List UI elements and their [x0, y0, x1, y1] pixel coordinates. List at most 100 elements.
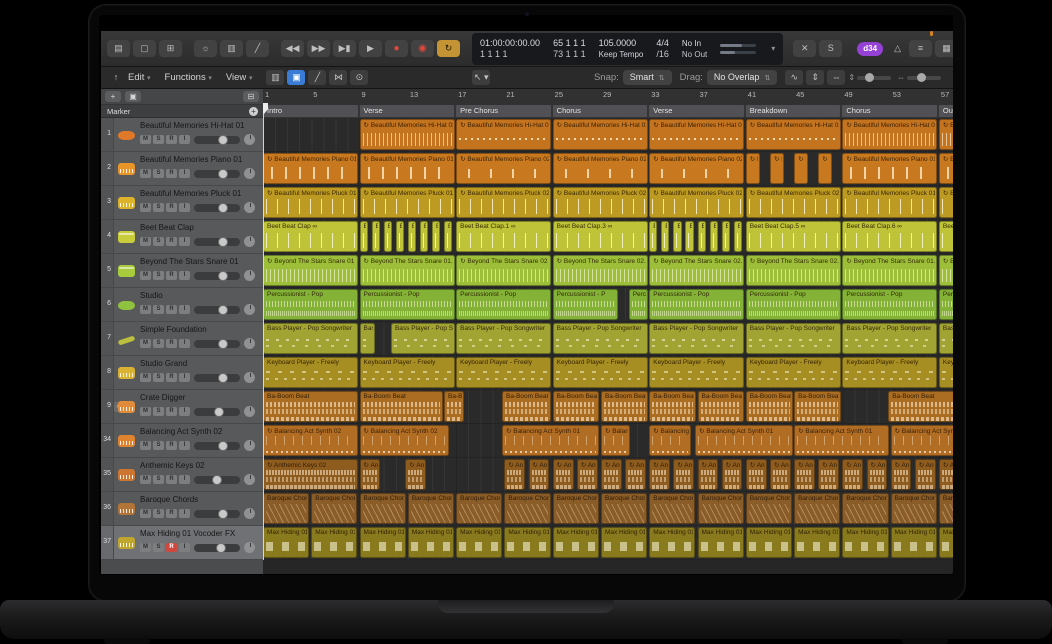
- volume-slider[interactable]: [194, 238, 240, 246]
- r-button[interactable]: R: [166, 475, 177, 484]
- region[interactable]: Ba-Boom Beat: [746, 391, 793, 422]
- arrangement-marker-verse[interactable]: Verse: [649, 105, 744, 117]
- region[interactable]: ↻ Beautiful Memories Piano: [939, 153, 953, 184]
- region[interactable]: Max Hiding 01 V: [939, 527, 953, 558]
- region[interactable]: ↻ Anthe: [504, 459, 525, 490]
- track-header-5[interactable]: 5Beyond The Stars Snare 01MSRI: [101, 254, 263, 288]
- m-button[interactable]: M: [140, 475, 151, 484]
- region[interactable]: ↻ Beyond The Stars Snare 02.1: [553, 255, 648, 286]
- region[interactable]: Baroque Chords: [649, 493, 695, 524]
- region[interactable]: ↻ Beautiful Memories Hi-Hat 0: [456, 119, 551, 150]
- smart-controls-button[interactable]: ☼: [194, 40, 217, 57]
- s-button[interactable]: S: [153, 407, 164, 416]
- region[interactable]: ↻ Beautiful Memories Hi-Hat 02.2: [649, 119, 744, 150]
- region[interactable]: ↻ Beyond The Stars Snare 01.2: [842, 255, 937, 286]
- automation-icon[interactable]: ╱: [308, 70, 326, 85]
- volume-knob[interactable]: [216, 543, 226, 553]
- pan-knob[interactable]: [244, 406, 255, 417]
- m-button[interactable]: M: [140, 407, 151, 416]
- region[interactable]: Bass Player - Pop Songwriter: [746, 323, 841, 354]
- region[interactable]: ↻ Beyond The Stars Snare 01.1: [360, 255, 455, 286]
- region[interactable]: ↻ Beyond The Stars Snare 02 ∞: [456, 255, 551, 286]
- volume-slider[interactable]: [194, 306, 240, 314]
- s-button[interactable]: S: [153, 135, 164, 144]
- menu-edit[interactable]: Edit ▾: [128, 72, 151, 83]
- region[interactable]: Beet Beat Clap ∞: [263, 221, 358, 252]
- region[interactable]: ↻ Anthe: [577, 459, 598, 490]
- region[interactable]: B: [698, 221, 706, 252]
- region[interactable]: B: [384, 221, 392, 252]
- s-button[interactable]: S: [153, 339, 164, 348]
- r-button[interactable]: R: [166, 203, 177, 212]
- region[interactable]: Percussionist - Pop: [746, 289, 841, 320]
- collaboration-badge[interactable]: d34: [857, 42, 883, 56]
- quick-help-button[interactable]: ▢: [133, 40, 156, 57]
- region[interactable]: Percussionist - Pop: [263, 289, 358, 320]
- volume-knob[interactable]: [218, 135, 228, 145]
- vertical-zoom-icon[interactable]: ⇕: [806, 70, 824, 85]
- forward-button[interactable]: ▶▶: [307, 40, 330, 57]
- region[interactable]: ↻ Anthe: [673, 459, 694, 490]
- region[interactable]: ↻ Balancing: [601, 425, 630, 456]
- region[interactable]: Baroque Chords: [553, 493, 599, 524]
- volume-slider[interactable]: [194, 476, 240, 484]
- region[interactable]: Bass Player - Pop Songwriter: [263, 323, 358, 354]
- region[interactable]: ↻ Anthe: [746, 459, 767, 490]
- region[interactable]: ↻ Balancing Act Synth 01: [794, 425, 889, 456]
- region[interactable]: ↻ Balancing Act Synth 01: [502, 425, 599, 456]
- region[interactable]: B: [649, 221, 657, 252]
- arrangement-marker-chorus[interactable]: Chorus: [553, 105, 648, 117]
- volume-knob[interactable]: [218, 441, 228, 451]
- region[interactable]: Max Hiding 01 V: [794, 527, 840, 558]
- track-header-6[interactable]: 6StudioMSRI: [101, 288, 263, 322]
- r-button[interactable]: R: [166, 271, 177, 280]
- region[interactable]: Max Hiding 01 V: [746, 527, 792, 558]
- menu-functions[interactable]: Functions ▾: [165, 72, 212, 83]
- volume-knob[interactable]: [218, 203, 228, 213]
- go-to-end-button[interactable]: ▶▮: [333, 40, 356, 57]
- m-button[interactable]: M: [140, 373, 151, 382]
- region[interactable]: Beet Beat Clap.6 ∞: [842, 221, 937, 252]
- region[interactable]: B: [722, 221, 730, 252]
- track-header-35[interactable]: 35Anthemic Keys 02MSRI: [101, 458, 263, 492]
- region[interactable]: Bass Player - Pop Songwriter: [649, 323, 744, 354]
- vertical-zoom-slider[interactable]: [857, 76, 891, 80]
- region[interactable]: ↻ Be: [770, 153, 784, 184]
- volume-slider[interactable]: [194, 170, 240, 178]
- arrangement-marker-breakdown[interactable]: Breakdown: [746, 105, 841, 117]
- i-button[interactable]: I: [179, 237, 190, 246]
- i-button[interactable]: I: [179, 203, 190, 212]
- track-sort-button[interactable]: ⊟: [243, 91, 259, 102]
- region[interactable]: ↻ Beautiful Memories Piano 01: [263, 153, 358, 184]
- region[interactable]: Max Hiding 01 V: [360, 527, 406, 558]
- mixer-button[interactable]: ▥: [220, 40, 243, 57]
- region[interactable]: ↻ Anthe: [939, 459, 953, 490]
- region[interactable]: Baroque Chords: [746, 493, 792, 524]
- i-button[interactable]: I: [179, 441, 190, 450]
- region[interactable]: ↻ Be: [746, 153, 760, 184]
- region[interactable]: Ba-Boom Beat: [698, 391, 745, 422]
- r-button[interactable]: R: [166, 407, 177, 416]
- region[interactable]: ↻ Beautiful Memories Pluck 02: [553, 187, 648, 218]
- region[interactable]: Beet Beat Clap.3 ∞: [553, 221, 648, 252]
- region[interactable]: Bass Player - Pop Songwriter: [456, 323, 551, 354]
- region[interactable]: Max Hiding 01 V: [504, 527, 550, 558]
- region[interactable]: Ba-Boo: [444, 391, 464, 422]
- pan-knob[interactable]: [244, 202, 255, 213]
- nudge-up-icon[interactable]: ↑: [107, 70, 125, 85]
- arrangement-marker-pre-chorus[interactable]: Pre Chorus: [456, 105, 551, 117]
- r-button[interactable]: R: [166, 305, 177, 314]
- grid-icon[interactable]: ▥: [266, 70, 284, 85]
- region[interactable]: Ba-Boom Beat: [601, 391, 648, 422]
- region[interactable]: Percussionist - Pop: [456, 289, 551, 320]
- cycle-button[interactable]: ↻: [437, 40, 460, 57]
- region[interactable]: Bass Player - Pop So: [391, 323, 455, 354]
- region[interactable]: ↻ Beyond The Stars Snare 01 ∞: [263, 255, 358, 286]
- region[interactable]: Percuss: [939, 289, 953, 320]
- pan-knob[interactable]: [244, 134, 255, 145]
- region[interactable]: B: [360, 221, 368, 252]
- region[interactable]: Bass Pla: [939, 323, 953, 354]
- piano-roll-icon[interactable]: ▣: [287, 70, 305, 85]
- region[interactable]: Baroque Chords: [408, 493, 454, 524]
- s-button[interactable]: S: [153, 169, 164, 178]
